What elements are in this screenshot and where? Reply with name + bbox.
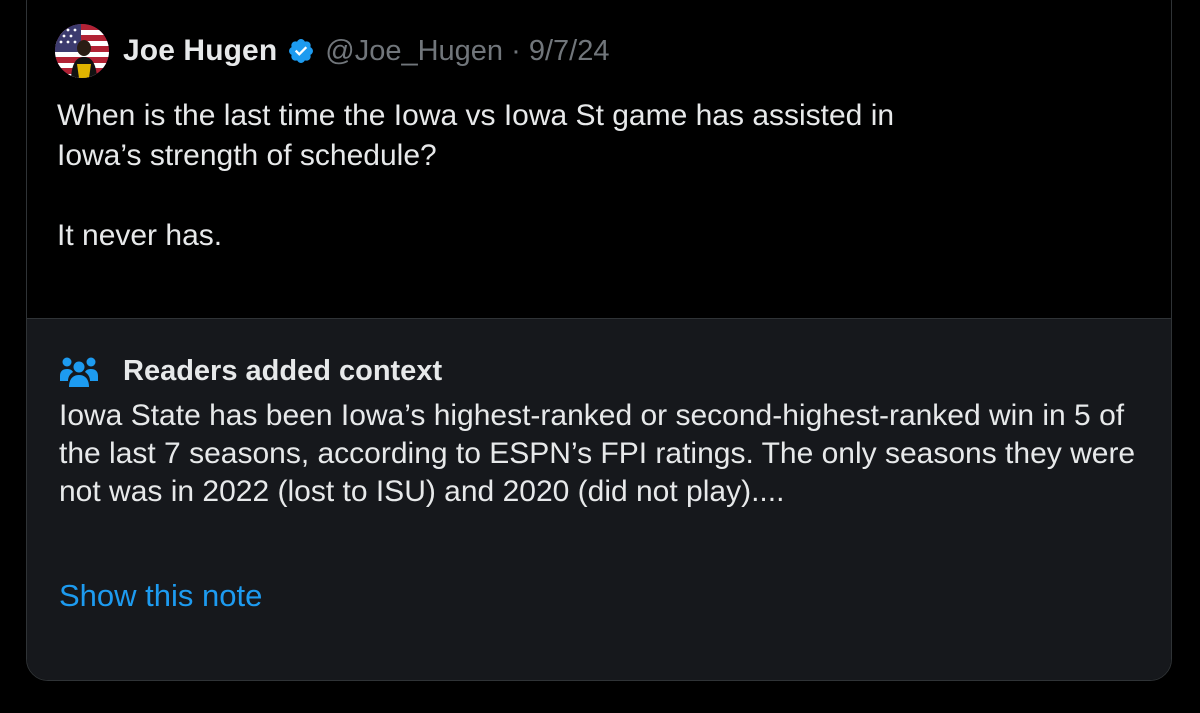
tweet-card[interactable]: Joe Hugen @Joe_Hugen · 9/7/24 When is th…: [26, 0, 1172, 681]
community-note-text: Iowa State has been Iowa’s highest-ranke…: [59, 399, 1136, 508]
tweet[interactable]: Joe Hugen @Joe_Hugen · 9/7/24 When is th…: [27, 0, 1171, 318]
avatar-image: [55, 24, 109, 78]
people-group-icon: [60, 357, 98, 387]
tweet-header: Joe Hugen @Joe_Hugen · 9/7/24: [55, 21, 609, 81]
author-handle-and-date[interactable]: @Joe_Hugen · 9/7/24: [325, 35, 609, 68]
show-this-note-link[interactable]: Show this note: [59, 578, 262, 614]
community-note-title: Readers added context: [123, 354, 443, 387]
author-name[interactable]: Joe Hugen: [123, 34, 277, 68]
tweet-text: When is the last time the Iowa vs Iowa S…: [57, 99, 895, 252]
avatar[interactable]: [55, 24, 109, 78]
verified-badge-icon: [289, 39, 314, 63]
community-note-header: Readers added context: [59, 354, 442, 388]
community-note[interactable]: Readers added context Iowa State has bee…: [27, 318, 1171, 680]
